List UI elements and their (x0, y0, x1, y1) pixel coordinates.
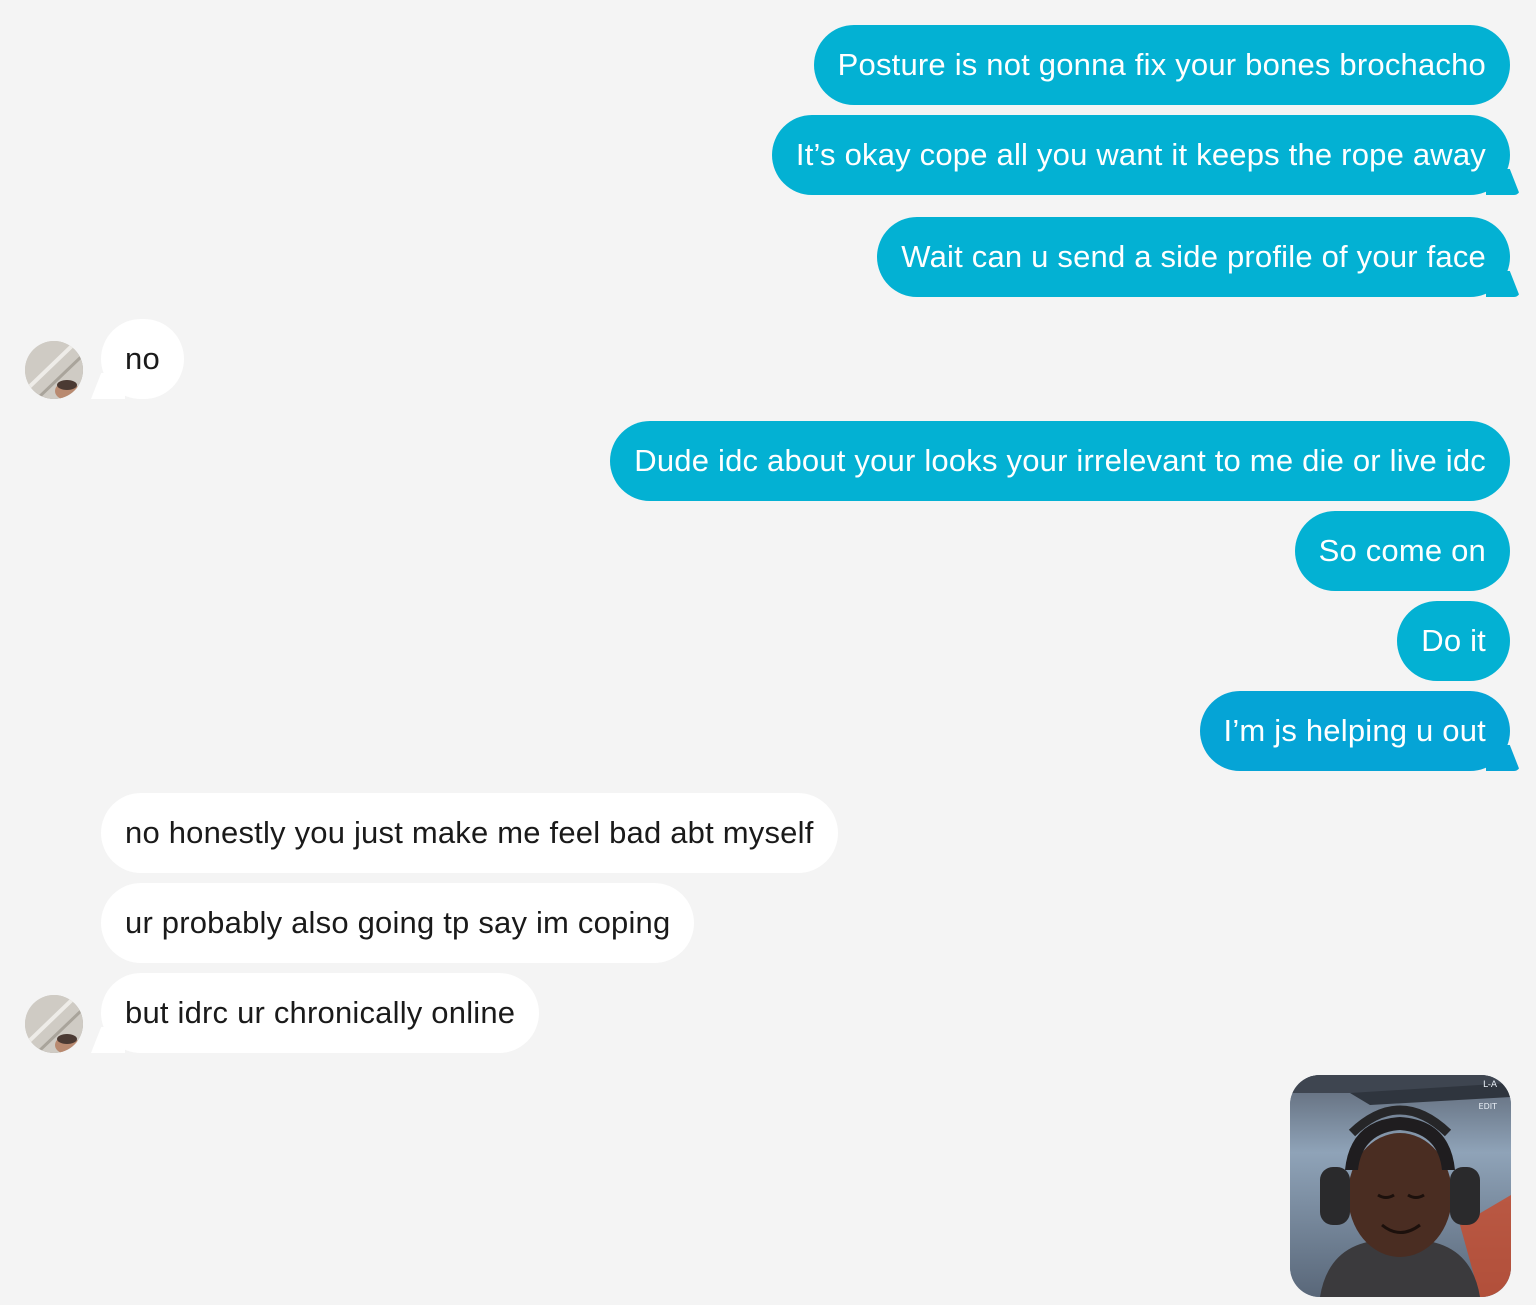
message-text: no (125, 341, 160, 376)
image-attachment[interactable]: L-A EDIT (1290, 1075, 1511, 1297)
message-text: no honestly you just make me feel bad ab… (125, 815, 814, 850)
message-text: but idrc ur chronically online (125, 995, 516, 1030)
overlay-text: L-A (1483, 1080, 1498, 1090)
photo-image: L-A EDIT (1290, 1075, 1511, 1297)
message-text: Dude idc about your looks your irrelevan… (634, 443, 1486, 478)
message-text: Posture is not gonna fix your bones broc… (837, 47, 1486, 82)
outgoing-message[interactable]: So come on (1294, 511, 1510, 591)
message-text: ur probably also going tp say im coping (125, 905, 671, 940)
contact-avatar[interactable] (25, 995, 83, 1053)
message-text: Do it (1421, 623, 1486, 658)
message-text: It’s okay cope all you want it keeps the… (795, 137, 1486, 172)
outgoing-message[interactable]: Do it (1397, 601, 1510, 681)
message-text: I’m js helping u out (1223, 713, 1486, 748)
outgoing-message[interactable]: It’s okay cope all you want it keeps the… (771, 115, 1510, 195)
outgoing-message[interactable]: Wait can u send a side profile of your f… (877, 217, 1510, 297)
avatar-photo-icon (25, 341, 83, 399)
outgoing-message[interactable]: I’m js helping u out (1199, 691, 1510, 771)
outgoing-message[interactable]: Posture is not gonna fix your bones broc… (813, 25, 1510, 105)
outgoing-message[interactable]: Dude idc about your looks your irrelevan… (610, 421, 1510, 501)
incoming-message[interactable]: no honestly you just make me feel bad ab… (101, 793, 838, 873)
message-text: Wait can u send a side profile of your f… (901, 239, 1486, 274)
incoming-message[interactable]: ur probably also going tp say im coping (101, 883, 695, 963)
avatar-photo-icon (25, 995, 83, 1053)
overlay-text: EDIT (1479, 1102, 1498, 1111)
contact-avatar[interactable] (25, 341, 83, 399)
message-text: So come on (1318, 533, 1486, 568)
incoming-message[interactable]: but idrc ur chronically online (101, 973, 540, 1053)
incoming-message[interactable]: no (101, 319, 184, 399)
